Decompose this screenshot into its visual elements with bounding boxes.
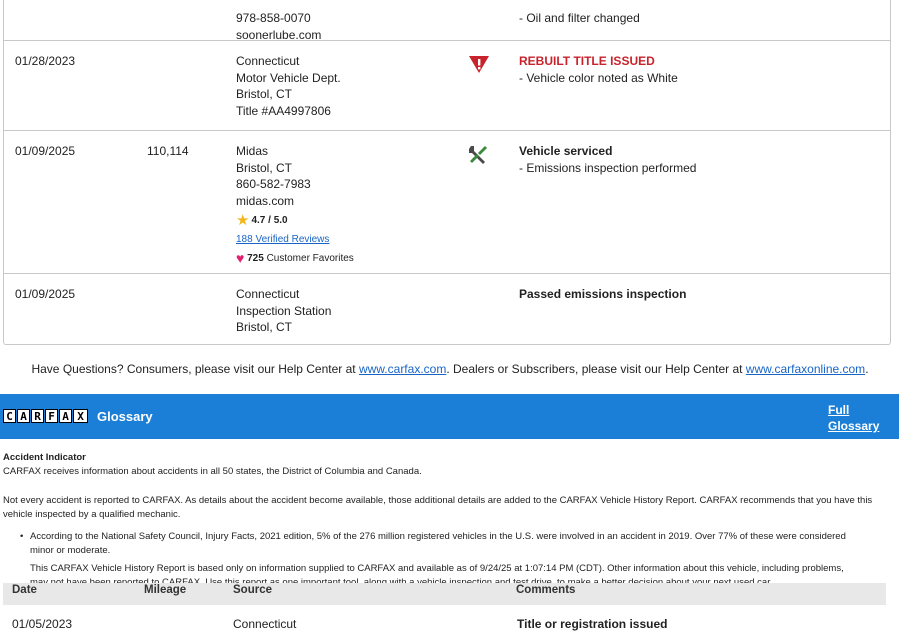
customer-favorites: ♥ 725 Customer Favorites — [236, 250, 354, 268]
header-comments: Comments — [516, 584, 576, 596]
comment-line: Oil and filter changed — [519, 10, 639, 27]
source-line: midas.com — [236, 193, 295, 208]
record-mileage: 110,114 — [147, 144, 189, 158]
table-row: 01/09/2025 Connecticut Inspection Statio… — [4, 273, 890, 346]
help-middle: . Dealers or Subscribers, please visit o… — [446, 362, 746, 376]
history-table: 978-858-0070 soonerlube.com Oil and filt… — [3, 0, 891, 43]
source-line: Connecticut — [233, 617, 297, 631]
rating: ★ 4.7 / 5.0 — [236, 212, 354, 230]
table-row: 01/09/2025 110,114 Midas Bristol, CT 860… — [4, 130, 890, 273]
glossary-bullet: According to the National Safety Council… — [20, 530, 860, 558]
star-icon: ★ — [236, 212, 250, 229]
rating-value: 4.7 / 5.0 — [251, 215, 288, 226]
favorites-label: Customer Favorites — [266, 253, 354, 264]
source-line: Midas — [236, 144, 269, 158]
carfaxonline-link[interactable]: www.carfaxonline.com — [746, 362, 865, 376]
verified-reviews-link[interactable]: 188 Verified Reviews — [236, 232, 354, 249]
glossary-title: Glossary — [97, 409, 153, 424]
source-line: Bristol, CT — [236, 320, 293, 334]
source-line: Title #AA4997806 — [236, 103, 331, 118]
comment-title: Vehicle serviced — [519, 144, 613, 158]
comment-title: Title or registration issued — [517, 617, 668, 631]
help-suffix: . — [865, 362, 869, 376]
comment-line: Emissions inspection performed — [519, 160, 696, 177]
full-glossary-link[interactable]: Full Glossary — [828, 402, 879, 434]
source-line: Connecticut — [236, 54, 300, 68]
record-date: 01/09/2025 — [15, 144, 76, 158]
record-date: 01/05/2023 — [12, 617, 73, 631]
glossary-paragraph: Not every accident is reported to CARFAX… — [3, 495, 873, 520]
glossary-bullet: This CARFAX Vehicle History Report is ba… — [30, 562, 860, 584]
source-line: Bristol, CT — [236, 160, 293, 175]
comment-title: Passed emissions inspection — [519, 287, 687, 301]
source-line: 860-582-7983 — [236, 177, 311, 191]
tools-icon — [466, 143, 490, 172]
source-line: Bristol, CT — [236, 87, 293, 101]
heart-icon: ♥ — [236, 250, 245, 266]
comment-line: Vehicle color noted as White — [519, 70, 677, 87]
help-text: Have Questions? Consumers, please visit … — [0, 362, 900, 376]
source-line: Inspection Station — [236, 303, 332, 318]
comments-cell: Vehicle serviced Emissions inspection pe… — [519, 143, 696, 176]
header-mileage: Mileage — [144, 584, 187, 596]
favorites-count: 725 — [247, 253, 264, 264]
comments-cell: Passed emissions inspection — [519, 286, 686, 303]
table-header: Date Mileage Source Comments — [3, 583, 886, 605]
source-cell: Connecticut Motor Vehicle Dept. Bristol,… — [236, 53, 341, 119]
source-line: Connecticut — [236, 287, 300, 301]
history-table-rows: 01/28/2023 Connecticut Motor Vehicle Dep… — [3, 40, 891, 345]
glossary-heading: Accident Indicator — [3, 452, 86, 463]
table-row: 01/28/2023 Connecticut Motor Vehicle Dep… — [4, 40, 890, 130]
comments-cell: Oil and filter changed — [519, 10, 639, 27]
carfax-link[interactable]: www.carfax.com — [359, 362, 446, 376]
glossary-header: CARFAX Glossary — [0, 394, 899, 439]
source-cell: Connecticut Inspection Station Bristol, … — [236, 286, 331, 336]
help-prefix: Have Questions? Consumers, please visit … — [31, 362, 359, 376]
header-date: Date — [12, 584, 37, 596]
warning-shield-icon — [466, 53, 492, 80]
source-line: Motor Vehicle Dept. — [236, 70, 341, 85]
header-source: Source — [233, 584, 272, 596]
glossary-paragraph: CARFAX receives information about accide… — [3, 466, 422, 477]
comments-cell: REBUILT TITLE ISSUED Vehicle color noted… — [519, 53, 678, 86]
phone-number: 978-858-0070 — [236, 11, 311, 25]
source-cell: 978-858-0070 soonerlube.com — [236, 10, 321, 43]
source-cell: Midas Bristol, CT 860-582-7983 midas.com… — [236, 143, 354, 268]
carfax-logo: CARFAX — [3, 409, 89, 423]
comment-title: REBUILT TITLE ISSUED — [519, 54, 655, 68]
record-date: 01/09/2025 — [15, 287, 76, 301]
record-date: 01/28/2023 — [15, 54, 76, 68]
